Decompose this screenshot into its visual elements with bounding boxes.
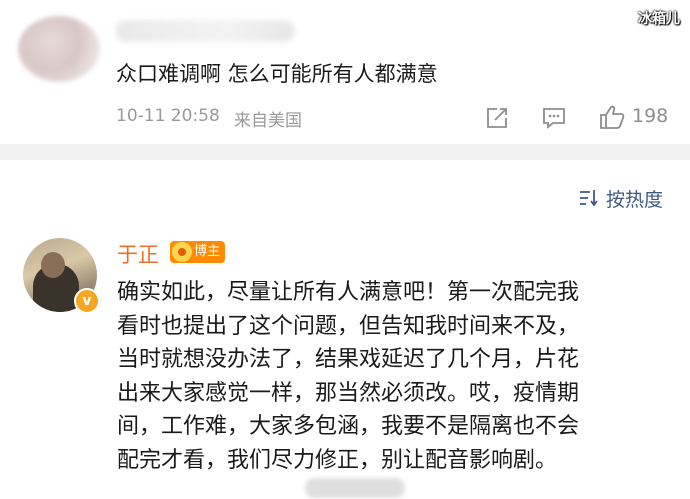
comment-timestamp: 10-11 20:58 bbox=[116, 106, 220, 126]
blogger-badge-label: 博主 bbox=[194, 244, 221, 259]
bottom-watermark bbox=[305, 478, 405, 498]
reply-line: 间，工作难，大家多包涵，我要不是隔离也不会 bbox=[117, 414, 580, 439]
reply-line: 配完才看，我们尽力修正，别让配音影响剧。 bbox=[117, 447, 558, 473]
reply-line: 确实如此，尽量让所有人满意吧！第一次配完我 bbox=[117, 280, 580, 305]
section-divider bbox=[0, 144, 690, 160]
share-icon[interactable] bbox=[484, 106, 510, 134]
commenter-avatar[interactable] bbox=[18, 16, 100, 82]
blogger-badge: 博主 bbox=[170, 241, 226, 263]
author-name[interactable]: 于正 bbox=[117, 239, 159, 269]
like-count: 198 bbox=[632, 105, 669, 127]
sort-icon[interactable] bbox=[578, 188, 600, 212]
comment-icon[interactable] bbox=[541, 106, 567, 134]
comment-text: 众口难调啊 怎么可能所有人都满意 bbox=[116, 62, 438, 86]
thumbs-up-icon[interactable] bbox=[598, 104, 626, 134]
reply-line: 当时就想没办法了，结果戏延迟了几个月，片花 bbox=[117, 347, 580, 372]
reply-text: 确实如此，尽量让所有人满意吧！第一次配完我 看时也提出了这个问题，但告知我时间来… bbox=[117, 276, 677, 477]
comment-source: 来自美国 bbox=[234, 111, 302, 131]
corner-watermark: 冰箱儿 bbox=[638, 11, 680, 27]
verified-badge: v bbox=[74, 288, 100, 314]
commenter-name[interactable] bbox=[115, 20, 295, 42]
reply-line: 出来大家感觉一样，那当然必须改。哎，疫情期 bbox=[117, 380, 580, 406]
sort-by-hot-button[interactable]: 按热度 bbox=[606, 185, 663, 212]
reply-line: 看时也提出了这个问题，但告知我时间来不及， bbox=[117, 313, 580, 339]
blogger-badge-icon bbox=[172, 242, 192, 262]
